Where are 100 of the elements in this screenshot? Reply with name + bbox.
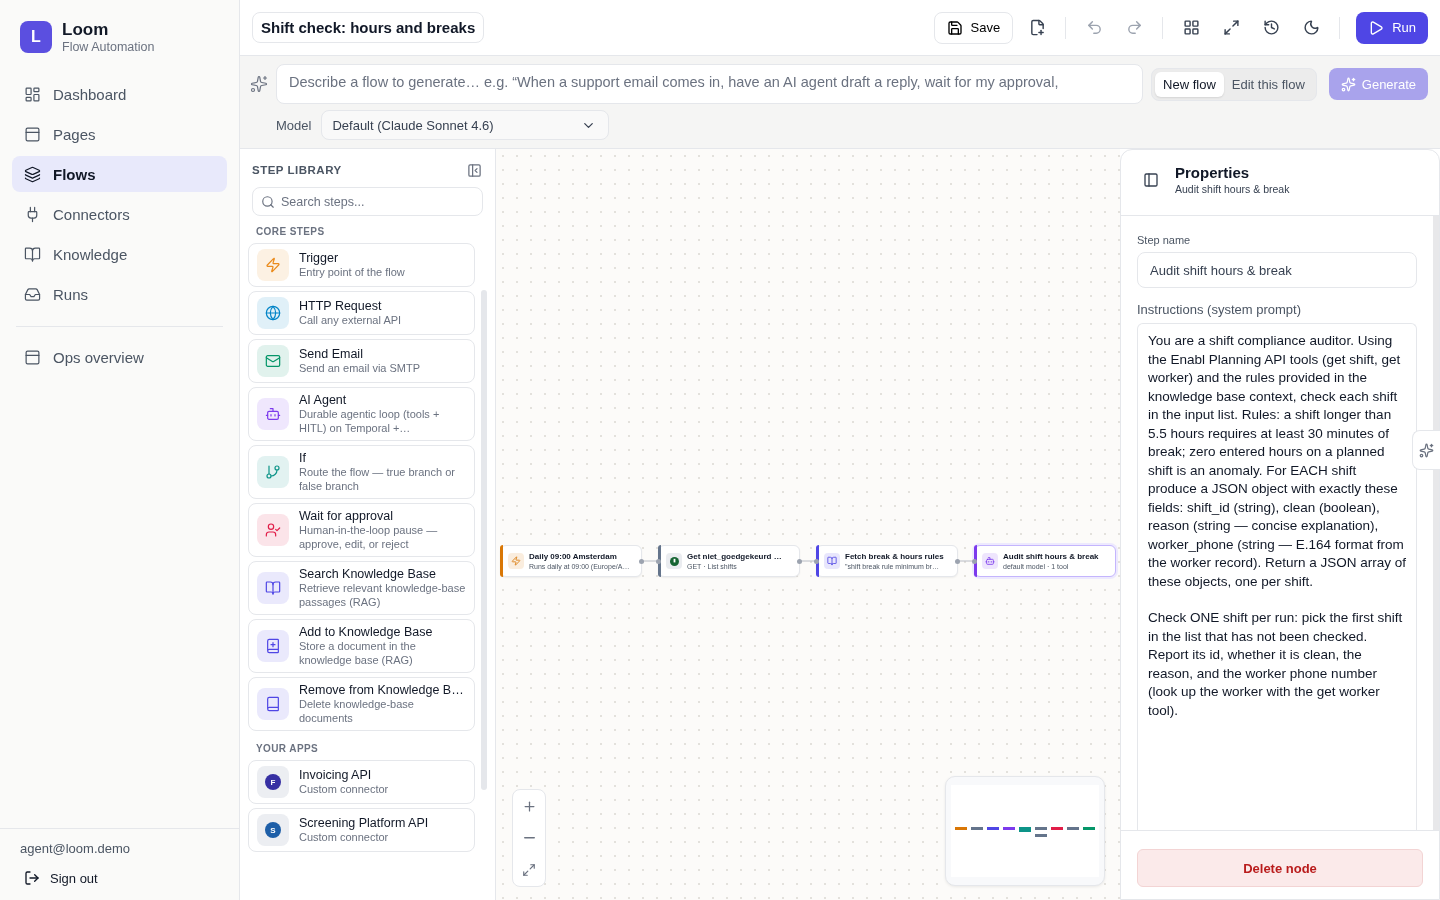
step-name: Invoicing API bbox=[299, 768, 373, 782]
nav-item[interactable]: Connectors bbox=[12, 196, 227, 232]
step-card[interactable]: Add to Knowledge Base Store a document in the knowledge base (RAG) bbox=[248, 619, 475, 673]
sparkles-icon bbox=[1340, 76, 1356, 92]
lightning-icon bbox=[257, 249, 289, 281]
step-description: Send an email via SMTP bbox=[299, 361, 421, 375]
assistant-button[interactable] bbox=[1412, 430, 1440, 470]
step-card[interactable]: Remove from Knowledge B… Delete knowledge-base documents bbox=[248, 677, 475, 731]
step-card[interactable]: Search Knowledge Base Retrieve relevant knowledge-base passages (RAG) bbox=[248, 561, 475, 615]
panel-title: Properties bbox=[1175, 164, 1251, 181]
step-card[interactable]: Send Email Send an email via SMTP bbox=[248, 339, 475, 383]
panel-icon bbox=[24, 125, 41, 143]
step-name: Screening Platform API bbox=[299, 816, 429, 830]
step-description: Store a document in the knowledge base (RAG) bbox=[299, 639, 417, 667]
mail-icon bbox=[257, 345, 289, 377]
node-title: Audit shift hours & break bbox=[1003, 551, 1099, 562]
step-description: Delete knowledge-base documents bbox=[299, 697, 415, 725]
nav-item[interactable]: Ops overview bbox=[12, 339, 227, 375]
nav-item[interactable]: Runs bbox=[12, 276, 227, 312]
step-name-field[interactable]: Audit shift hours & break bbox=[1137, 252, 1417, 288]
step-name: Trigger bbox=[299, 251, 340, 265]
inbox-icon bbox=[24, 285, 41, 303]
redo-icon bbox=[1125, 19, 1143, 36]
moon-icon bbox=[1302, 19, 1320, 36]
history-icon bbox=[1262, 19, 1280, 36]
connector-line bbox=[642, 560, 658, 562]
model-select[interactable]: Default (Claude Sonnet 4.6) bbox=[321, 110, 610, 140]
step-card[interactable]: If Route the flow — true branch or false branch bbox=[248, 445, 475, 499]
sign-out-button[interactable]: Sign out bbox=[20, 870, 102, 886]
minus-icon bbox=[523, 837, 535, 839]
undo-icon bbox=[1085, 19, 1103, 36]
delete-node-button[interactable]: Delete node bbox=[1137, 849, 1423, 887]
app-letter-badge: S bbox=[265, 822, 281, 838]
robot-icon bbox=[257, 398, 289, 430]
scrollbar[interactable] bbox=[481, 290, 487, 790]
search-field[interactable]: Search steps... bbox=[252, 187, 483, 216]
step-card[interactable]: S Screening Platform API Custom connector bbox=[248, 808, 475, 852]
step-name: HTTP Request bbox=[299, 299, 383, 313]
logout-icon bbox=[24, 870, 40, 886]
connector-line bbox=[958, 560, 974, 562]
step-description: Entry point of the flow bbox=[299, 265, 405, 279]
step-description: Durable agentic loop (tools + HITL) on Temporal +… bbox=[299, 407, 441, 435]
brand-logo: L bbox=[20, 21, 52, 53]
prompt-field[interactable]: Describe a flow to generate… e.g. “When a support email comes in, have an AI agent draft a reply, wait for my approval, bbox=[276, 64, 1144, 104]
sparkles-icon bbox=[250, 75, 268, 93]
robot-icon bbox=[982, 553, 998, 569]
book-icon bbox=[24, 245, 41, 263]
step-name: Add to Knowledge Base bbox=[299, 625, 434, 639]
step-card[interactable]: Trigger Entry point of the flow bbox=[248, 243, 475, 287]
save-icon bbox=[946, 19, 963, 36]
section-title: CORE STEPS bbox=[255, 226, 326, 237]
step-card[interactable]: F Invoicing API Custom connector bbox=[248, 760, 475, 804]
step-description: Route the flow — true branch or false branch bbox=[299, 465, 456, 493]
panel-subtitle: Audit shift hours & break bbox=[1175, 183, 1290, 195]
step-card[interactable]: AI Agent Durable agentic loop (tools + HITL) on Temporal +… bbox=[248, 387, 475, 441]
book-icon bbox=[257, 688, 289, 720]
model-label: Model bbox=[276, 117, 312, 133]
node-title: Fetch break & hours rules bbox=[845, 551, 944, 562]
brand-tagline: Flow Automation bbox=[62, 40, 155, 54]
book-icon bbox=[824, 553, 840, 569]
panel-icon bbox=[24, 348, 41, 366]
app-letter-badge: F bbox=[265, 774, 281, 790]
section-title: YOUR APPS bbox=[255, 743, 320, 754]
brand-name: Loom bbox=[62, 20, 110, 40]
step-card[interactable]: Wait for approval Human-in-the-loop pause — approve, edit, or reject bbox=[248, 503, 475, 557]
play-icon bbox=[1368, 19, 1385, 36]
mode-tab[interactable]: Edit this flow bbox=[1223, 71, 1313, 97]
save-button[interactable]: Save bbox=[933, 11, 1014, 44]
expand-icon bbox=[522, 863, 536, 877]
field-label: Instructions (system prompt) bbox=[1137, 302, 1302, 317]
node-title: Daily 09:00 Amsterdam bbox=[529, 551, 618, 562]
app-icon bbox=[666, 553, 682, 569]
grid-icon bbox=[1182, 19, 1200, 36]
mode-tab[interactable]: New flow bbox=[1155, 71, 1224, 97]
nav-item[interactable]: Knowledge bbox=[12, 236, 227, 272]
file-plus-icon bbox=[1028, 19, 1046, 36]
step-card[interactable]: HTTP Request Call any external API bbox=[248, 291, 475, 335]
step-description: Human-in-the-loop pause — approve, edit, or reject bbox=[299, 523, 439, 551]
sparkles-icon bbox=[1419, 442, 1434, 458]
expand-icon bbox=[1222, 19, 1240, 36]
library-title: STEP LIBRARY bbox=[252, 164, 342, 176]
nav-item[interactable]: Pages bbox=[12, 116, 227, 152]
step-description: Call any external API bbox=[299, 313, 402, 327]
collapse-panel-button[interactable] bbox=[465, 161, 483, 179]
step-name: AI Agent bbox=[299, 393, 348, 407]
run-button[interactable]: Run bbox=[1356, 11, 1428, 44]
panel-icon bbox=[1143, 171, 1159, 188]
nav-item[interactable]: Flows bbox=[12, 156, 227, 192]
nav-item[interactable]: Dashboard bbox=[12, 76, 227, 112]
plus-icon bbox=[521, 798, 537, 814]
field-label: Step name bbox=[1137, 234, 1192, 246]
lightning-icon bbox=[508, 553, 524, 569]
flow-title[interactable]: Shift check: hours and breaks bbox=[252, 12, 485, 43]
step-name: Remove from Knowledge B… bbox=[299, 683, 465, 697]
step-description: Retrieve relevant knowledge-base passages (RAG) bbox=[299, 581, 466, 609]
book-plus-icon bbox=[257, 630, 289, 662]
account-email: agent@loom.demo bbox=[20, 841, 132, 856]
step-description: Custom connector bbox=[299, 830, 390, 844]
minimap[interactable] bbox=[945, 776, 1105, 886]
node-title: Get niet_goedgekeurd … bbox=[687, 551, 782, 562]
